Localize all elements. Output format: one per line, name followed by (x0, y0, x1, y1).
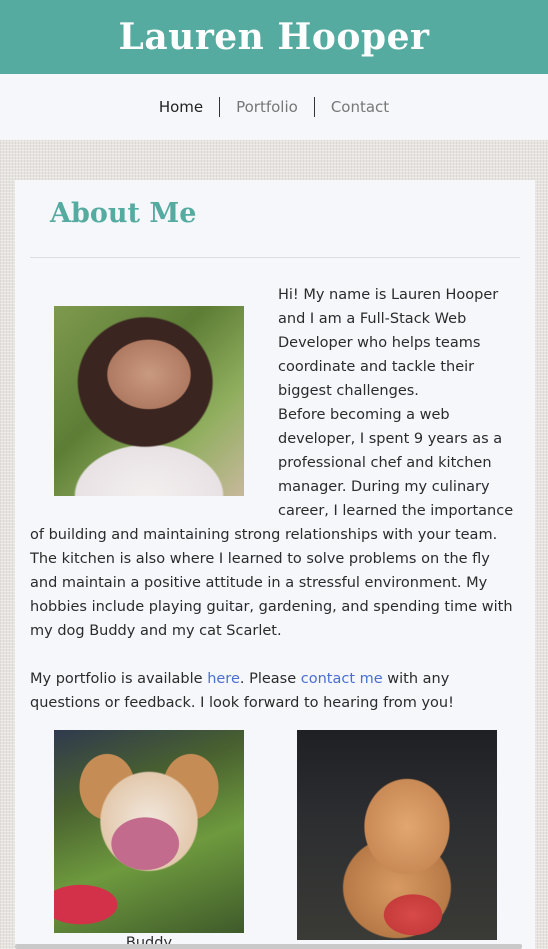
portfolio-sentence: My portfolio is available here. Please c… (30, 667, 520, 715)
heading-divider (30, 257, 520, 258)
profile-photo (54, 306, 244, 496)
about-card: About Me Hi! My name is Lauren Hooper an… (15, 180, 535, 949)
portfolio-prefix: My portfolio is available (30, 671, 208, 687)
nav-portfolio-link[interactable]: Portfolio (220, 97, 314, 117)
contact-me-link[interactable]: contact me (301, 671, 383, 687)
about-heading: About Me (50, 198, 197, 229)
portfolio-here-link[interactable]: here (207, 671, 240, 687)
dog-photo (54, 730, 244, 933)
nav-contact-link[interactable]: Contact (315, 97, 405, 117)
horizontal-scrollbar[interactable] (15, 944, 522, 949)
portfolio-middle: . Please (239, 671, 301, 687)
nav-home-link[interactable]: Home (143, 97, 219, 117)
site-header: Lauren Hooper (0, 0, 548, 74)
site-title: Lauren Hooper (118, 16, 430, 58)
main-nav: Home Portfolio Contact (0, 74, 548, 140)
bio-section: Hi! My name is Lauren Hooper and I am a … (30, 283, 520, 715)
cat-photo (297, 730, 497, 940)
